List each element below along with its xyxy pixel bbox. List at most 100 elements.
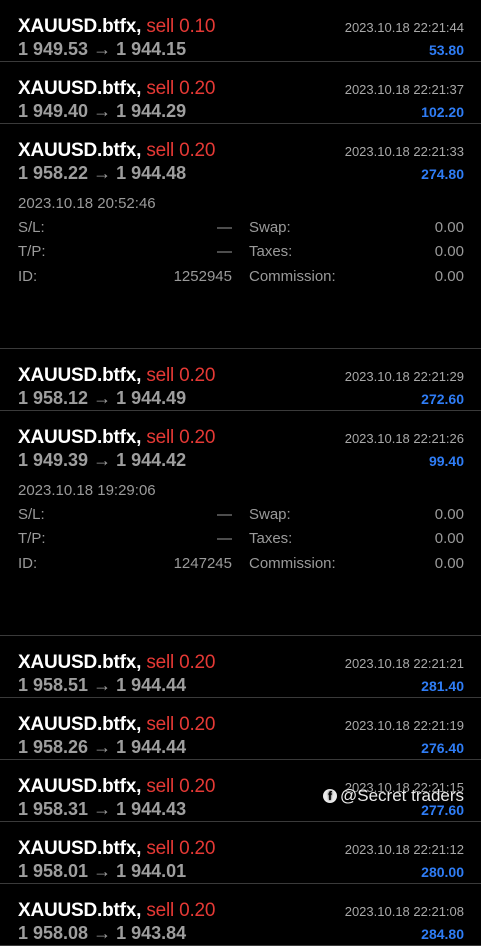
commission-label: Commission: [249,268,336,285]
side-volume-label: sell 0.20 [146,427,216,448]
id-value: 1252945 [173,268,232,285]
swap-value: 0.00 [434,219,464,236]
trade-row-header[interactable]: XAUUSD.btfx, sell 0.20 1 949.40 → 1 944.2… [0,62,481,123]
trade-row-header[interactable]: XAUUSD.btfx, sell 0.20 1 958.22 → 1 944.4… [0,124,481,185]
close-price: 1 944.44 [116,737,187,757]
profit-value: 102.20 [421,104,464,120]
symbol-label: XAUUSD.btfx, [18,16,142,37]
side-volume-label: sell 0.20 [146,838,216,859]
close-time: 2023.10.18 22:21:19 [344,718,464,733]
trade-row[interactable]: XAUUSD.btfx, sell 0.20 1 958.51 → 1 944.4… [0,636,481,698]
close-time: 2023.10.18 22:21:26 [344,431,464,446]
tp-value: — [217,530,232,547]
profit-value: 53.80 [428,42,464,58]
taxes-label: Taxes: [249,530,293,547]
trade-row[interactable]: XAUUSD.btfx, sell 0.10 1 949.53 → 1 944.1… [0,0,481,62]
close-time: 2023.10.18 22:21:37 [344,82,464,97]
open-price: 1 949.40 [18,101,89,121]
price-range: 1 958.12 → 1 944.49 [18,388,186,409]
arrow-icon: → [93,163,112,183]
open-price: 1 958.26 [18,737,89,757]
taxes-value: 0.00 [434,530,464,547]
trade-row[interactable]: XAUUSD.btfx, sell 0.20 1 958.01 → 1 944.0… [0,822,481,884]
detail-row: S/L: — Swap: 0.00 [0,506,481,528]
side-volume-label: sell 0.20 [146,714,216,735]
price-range: 1 958.31 → 1 944.43 [18,799,186,820]
close-price: 1 943.84 [116,923,187,943]
price-range: 1 958.01 → 1 944.01 [18,861,186,882]
detail-row: ID: 1252945 Commission: 0.00 [0,268,481,290]
trade-title: XAUUSD.btfx, sell 0.20 [18,78,215,100]
open-price: 1 958.01 [18,861,89,881]
trade-row[interactable]: XAUUSD.btfx, sell 0.20 1 958.22 → 1 944.4… [0,124,481,349]
arrow-icon: → [93,799,112,819]
close-price: 1 944.44 [116,675,187,695]
side-volume-label: sell 0.20 [146,900,216,921]
trade-row-header[interactable]: XAUUSD.btfx, sell 0.10 1 949.53 → 1 944.1… [0,0,481,61]
arrow-icon: → [93,675,112,695]
trade-row[interactable]: XAUUSD.btfx, sell 0.20 1 949.39 → 1 944.4… [0,411,481,636]
trade-title: XAUUSD.btfx, sell 0.20 [18,365,215,387]
close-price: 1 944.01 [116,861,187,881]
open-price: 1 949.53 [18,39,89,59]
taxes-value: 0.00 [434,243,464,260]
side-volume-label: sell 0.20 [146,776,216,797]
open-time: 2023.10.18 19:29:06 [18,482,156,499]
profit-value: 272.60 [421,391,464,407]
trade-row[interactable]: XAUUSD.btfx, sell 0.20 1 958.26 → 1 944.4… [0,698,481,760]
commission-value: 0.00 [434,268,464,285]
trade-row-header[interactable]: XAUUSD.btfx, sell 0.20 1 958.08 → 1 943.8… [0,884,481,945]
open-price: 1 958.31 [18,799,89,819]
trade-row[interactable]: XAUUSD.btfx, sell 0.20 1 958.08 → 1 943.8… [0,884,481,946]
close-price: 1 944.43 [116,799,187,819]
price-range: 1 958.08 → 1 943.84 [18,923,186,944]
sl-value: — [217,219,232,236]
side-volume-label: sell 0.20 [146,78,216,99]
open-time: 2023.10.18 20:52:46 [18,195,156,212]
trade-row[interactable]: XAUUSD.btfx, sell 0.20 1 958.12 → 1 944.4… [0,349,481,411]
side-volume-label: sell 0.20 [146,140,216,161]
trade-details: 2023.10.18 19:29:06 S/L: — Swap: 0.00 T/P: — Ta… [0,472,481,635]
trade-title: XAUUSD.btfx, sell 0.20 [18,776,215,798]
trade-title: XAUUSD.btfx, sell 0.20 [18,900,215,922]
price-range: 1 949.53 → 1 944.15 [18,39,186,60]
trade-row[interactable]: XAUUSD.btfx, sell 0.20 1 949.40 → 1 944.2… [0,62,481,124]
close-price: 1 944.49 [116,388,187,408]
profit-value: 284.80 [421,926,464,942]
profit-value: 99.40 [428,453,464,469]
profit-value: 276.40 [421,740,464,756]
trade-row-header[interactable]: XAUUSD.btfx, sell 0.20 1 949.39 → 1 944.4… [0,411,481,472]
trade-title: XAUUSD.btfx, sell 0.10 [18,16,215,38]
trade-row-header[interactable]: XAUUSD.btfx, sell 0.20 1 958.01 → 1 944.0… [0,822,481,883]
arrow-icon: → [93,450,112,470]
swap-label: Swap: [249,219,291,236]
close-time: 2023.10.18 22:21:44 [344,20,464,35]
sl-label: S/L: [18,506,45,523]
arrow-icon: → [93,388,112,408]
trade-row-header[interactable]: XAUUSD.btfx, sell 0.20 1 958.12 → 1 944.4… [0,349,481,410]
symbol-label: XAUUSD.btfx, [18,427,142,448]
close-time: 2023.10.18 22:21:33 [344,144,464,159]
id-label: ID: [18,268,38,285]
close-time: 2023.10.18 22:21:12 [344,842,464,857]
detail-row: T/P: — Taxes: 0.00 [0,530,481,552]
side-volume-label: sell 0.10 [146,16,216,37]
watermark-text: @Secret traders [340,786,465,805]
symbol-label: XAUUSD.btfx, [18,714,142,735]
open-price: 1 949.39 [18,450,89,470]
trade-row-header[interactable]: XAUUSD.btfx, sell 0.20 1 958.51 → 1 944.4… [0,636,481,697]
price-range: 1 958.26 → 1 944.44 [18,737,186,758]
arrow-icon: → [93,861,112,881]
symbol-label: XAUUSD.btfx, [18,776,142,797]
price-range: 1 949.40 → 1 944.29 [18,101,186,122]
close-price: 1 944.42 [116,450,187,470]
price-range: 1 949.39 → 1 944.42 [18,450,186,471]
open-price: 1 958.08 [18,923,89,943]
open-price: 1 958.51 [18,675,89,695]
facebook-icon: f [323,789,337,803]
id-label: ID: [18,555,38,572]
close-time: 2023.10.18 22:21:21 [344,656,464,671]
trade-row-header[interactable]: XAUUSD.btfx, sell 0.20 1 958.26 → 1 944.4… [0,698,481,759]
open-price: 1 958.22 [18,163,89,183]
symbol-label: XAUUSD.btfx, [18,652,142,673]
